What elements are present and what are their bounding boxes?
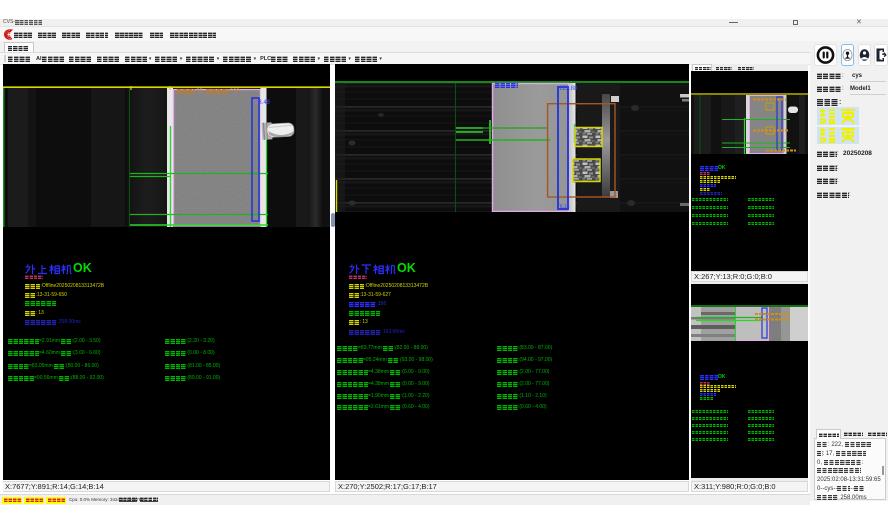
- svg-text:76.13: 76.13: [557, 204, 570, 210]
